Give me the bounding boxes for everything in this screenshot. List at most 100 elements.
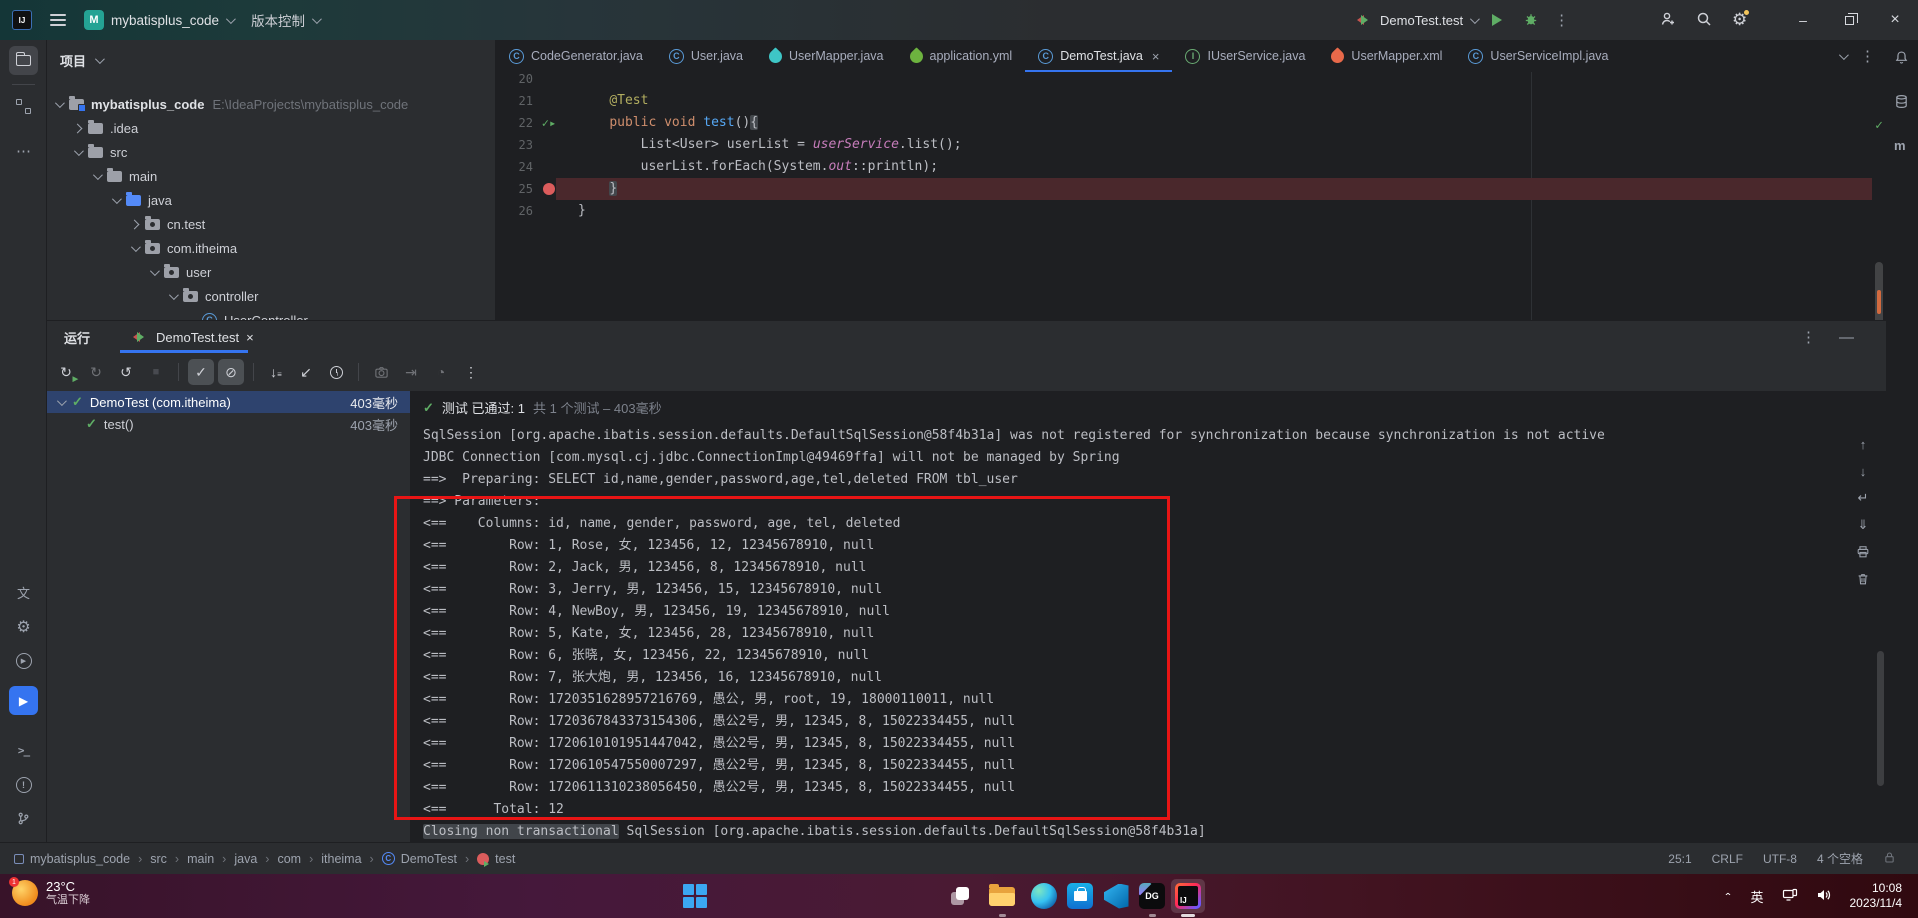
scroll-down-icon[interactable]: ↓ [1860, 462, 1867, 480]
breadcrumb-main[interactable]: main [187, 852, 214, 866]
console-scrollbar-thumb[interactable] [1877, 651, 1884, 786]
run-configuration-selector[interactable]: DemoTest.test [1352, 13, 1480, 28]
weather-widget[interactable]: 1 23°C 气温下降 [9, 877, 90, 907]
editor-scrollbar[interactable]: ✓ [1872, 72, 1886, 332]
chevron-down-icon[interactable] [92, 169, 103, 180]
clear-icon[interactable] [1856, 570, 1870, 588]
hide-panel-icon[interactable]: — [1839, 329, 1854, 346]
more-button[interactable]: ⋮ [458, 359, 484, 385]
code-line-23[interactable]: 23 List<User> userList = userService.lis… [496, 134, 1872, 156]
breadcrumb-DemoTest[interactable]: C DemoTest [381, 852, 457, 866]
print-icon[interactable] [1856, 543, 1870, 561]
debug-button[interactable] [1523, 11, 1539, 30]
export-button[interactable]: ⇥ [398, 359, 424, 385]
store-button[interactable] [1066, 882, 1094, 910]
minimize-button[interactable]: – [1780, 0, 1826, 40]
run-tool-icon[interactable]: ▶ [9, 686, 38, 715]
auto-rerun-button[interactable]: ↺ [113, 359, 139, 385]
tree-row-src[interactable]: src [47, 140, 495, 164]
chevron-down-icon[interactable] [111, 193, 122, 204]
panel-options-icon[interactable]: ⋮ [1801, 328, 1817, 346]
terminal-tool-icon[interactable]: >_ [9, 736, 38, 765]
translate-tool-icon[interactable]: 文 [9, 578, 38, 607]
status-UTF-8[interactable]: UTF-8 [1763, 852, 1797, 866]
chevron-right-icon[interactable] [129, 219, 140, 229]
code-line-26[interactable]: 26} [496, 200, 1872, 222]
tree-row-controller[interactable]: controller [47, 284, 495, 308]
breadcrumb-src[interactable]: src [150, 852, 167, 866]
test-node-DemoTest (com.itheima)[interactable]: ✓ DemoTest (com.itheima) 403毫秒 [47, 391, 410, 413]
breadcrumb-mybatisplus_code[interactable]: mybatisplus_code [14, 852, 130, 866]
run-session-tab[interactable]: DemoTest.test × [120, 321, 262, 353]
settings-gear-icon[interactable]: ⚙ [1732, 9, 1751, 30]
restore-button[interactable] [1826, 0, 1872, 40]
notifications-icon[interactable] [1894, 50, 1909, 68]
tree-row-cn.test[interactable]: cn.test [47, 212, 495, 236]
tree-row-java[interactable]: java [47, 188, 495, 212]
task-view-button[interactable] [946, 882, 974, 910]
code-with-me-icon[interactable] [1660, 11, 1676, 30]
main-menu-icon[interactable] [50, 14, 66, 26]
status-CRLF[interactable]: CRLF [1712, 852, 1743, 866]
tree-row-user[interactable]: user [47, 260, 495, 284]
hidden-tabs-icon[interactable] [1838, 49, 1849, 60]
chevron-down-icon[interactable] [149, 265, 160, 276]
rerun-button[interactable]: ↻ ▶ [53, 359, 79, 385]
code-line-24[interactable]: 24 userList.forEach(System.out::println)… [496, 156, 1872, 178]
breadcrumb-test[interactable]: test [477, 852, 515, 867]
chevron-right-icon[interactable] [72, 123, 83, 133]
test-node-test()[interactable]: ✓ test() 403毫秒 [47, 413, 410, 435]
show-passed-button[interactable]: ✓ [188, 359, 214, 385]
volume-icon[interactable] [1816, 887, 1832, 906]
more-tools-icon[interactable]: ⋯ [9, 136, 38, 165]
intellij-button[interactable]: IJ [1174, 882, 1202, 910]
code-line-21[interactable]: 21 @Test [496, 90, 1872, 112]
hidden-icons-chevron[interactable]: ⌃ [1723, 891, 1732, 902]
chevron-down-icon[interactable] [73, 145, 84, 156]
more-run-actions-icon[interactable]: ⋮ [1554, 11, 1570, 29]
tree-row-.idea[interactable]: .idea [47, 116, 495, 140]
services-tool-icon[interactable]: ▶ [9, 646, 38, 675]
metrics-button[interactable]: ◔ [428, 359, 454, 385]
tree-row-com.itheima[interactable]: com.itheima [47, 236, 495, 260]
readonly-lock-icon[interactable] [1883, 851, 1896, 867]
datagrip-button[interactable]: DG [1138, 882, 1166, 910]
status-4 个空格[interactable]: 4 个空格 [1817, 850, 1863, 867]
tree-row-mybatisplus_code[interactable]: mybatisplus_code E:\IdeaProjects\mybatis… [47, 92, 495, 116]
breadcrumb-com[interactable]: com [277, 852, 301, 866]
show-ignored-button[interactable]: ⊘ [218, 359, 244, 385]
run-button[interactable] [1492, 14, 1508, 26]
screenshot-button[interactable] [368, 359, 394, 385]
chevron-down-icon[interactable] [56, 395, 67, 406]
tools-tool-icon[interactable]: ⚙ [9, 612, 38, 641]
breadcrumb-itheima[interactable]: itheima [321, 852, 361, 866]
project-widget[interactable]: M mybatisplus_code [84, 10, 236, 30]
taskbar-clock[interactable]: 10:08 2023/11/4 [1850, 881, 1903, 911]
start-button[interactable] [681, 882, 709, 910]
rerun-failed-button[interactable]: ↻ [83, 359, 109, 385]
vscode-button[interactable] [1102, 882, 1130, 910]
close-tab-icon[interactable]: × [1152, 49, 1160, 64]
ime-indicator[interactable]: 英 [1750, 887, 1763, 906]
stop-button[interactable]: ■ [143, 359, 169, 385]
soft-wrap-icon[interactable]: ↵ [1858, 489, 1869, 507]
chevron-down-icon[interactable] [54, 97, 65, 108]
chevron-down-icon[interactable] [130, 241, 141, 252]
code-line-25[interactable]: 25 } [496, 178, 1872, 200]
search-everywhere-icon[interactable] [1696, 11, 1712, 30]
navigate-bottom-button[interactable]: ↙ [293, 359, 319, 385]
tab-options-icon[interactable]: ⋮ [1860, 47, 1876, 65]
structure-tool-icon[interactable] [9, 92, 38, 121]
sort-duration-button[interactable]: ↓≡ [263, 359, 289, 385]
problems-tool-icon[interactable]: ! [9, 770, 38, 799]
vcs-widget[interactable]: 版本控制 [251, 10, 322, 30]
test-console[interactable]: ✓ 测试 已通过: 1 共 1 个测试 – 403毫秒 SqlSession [… [411, 391, 1886, 842]
status-25:1[interactable]: 25:1 [1668, 852, 1691, 866]
tree-row-main[interactable]: main [47, 164, 495, 188]
history-button[interactable] [323, 359, 349, 385]
project-tool-icon[interactable] [9, 46, 38, 75]
close-button[interactable]: × [1872, 0, 1918, 40]
breadcrumb-java[interactable]: java [234, 852, 257, 866]
code-area[interactable]: 20 21 @Test 22 ✓▸ public void test(){23 Lis… [496, 72, 1886, 332]
scroll-up-icon[interactable]: ↑ [1860, 435, 1867, 453]
